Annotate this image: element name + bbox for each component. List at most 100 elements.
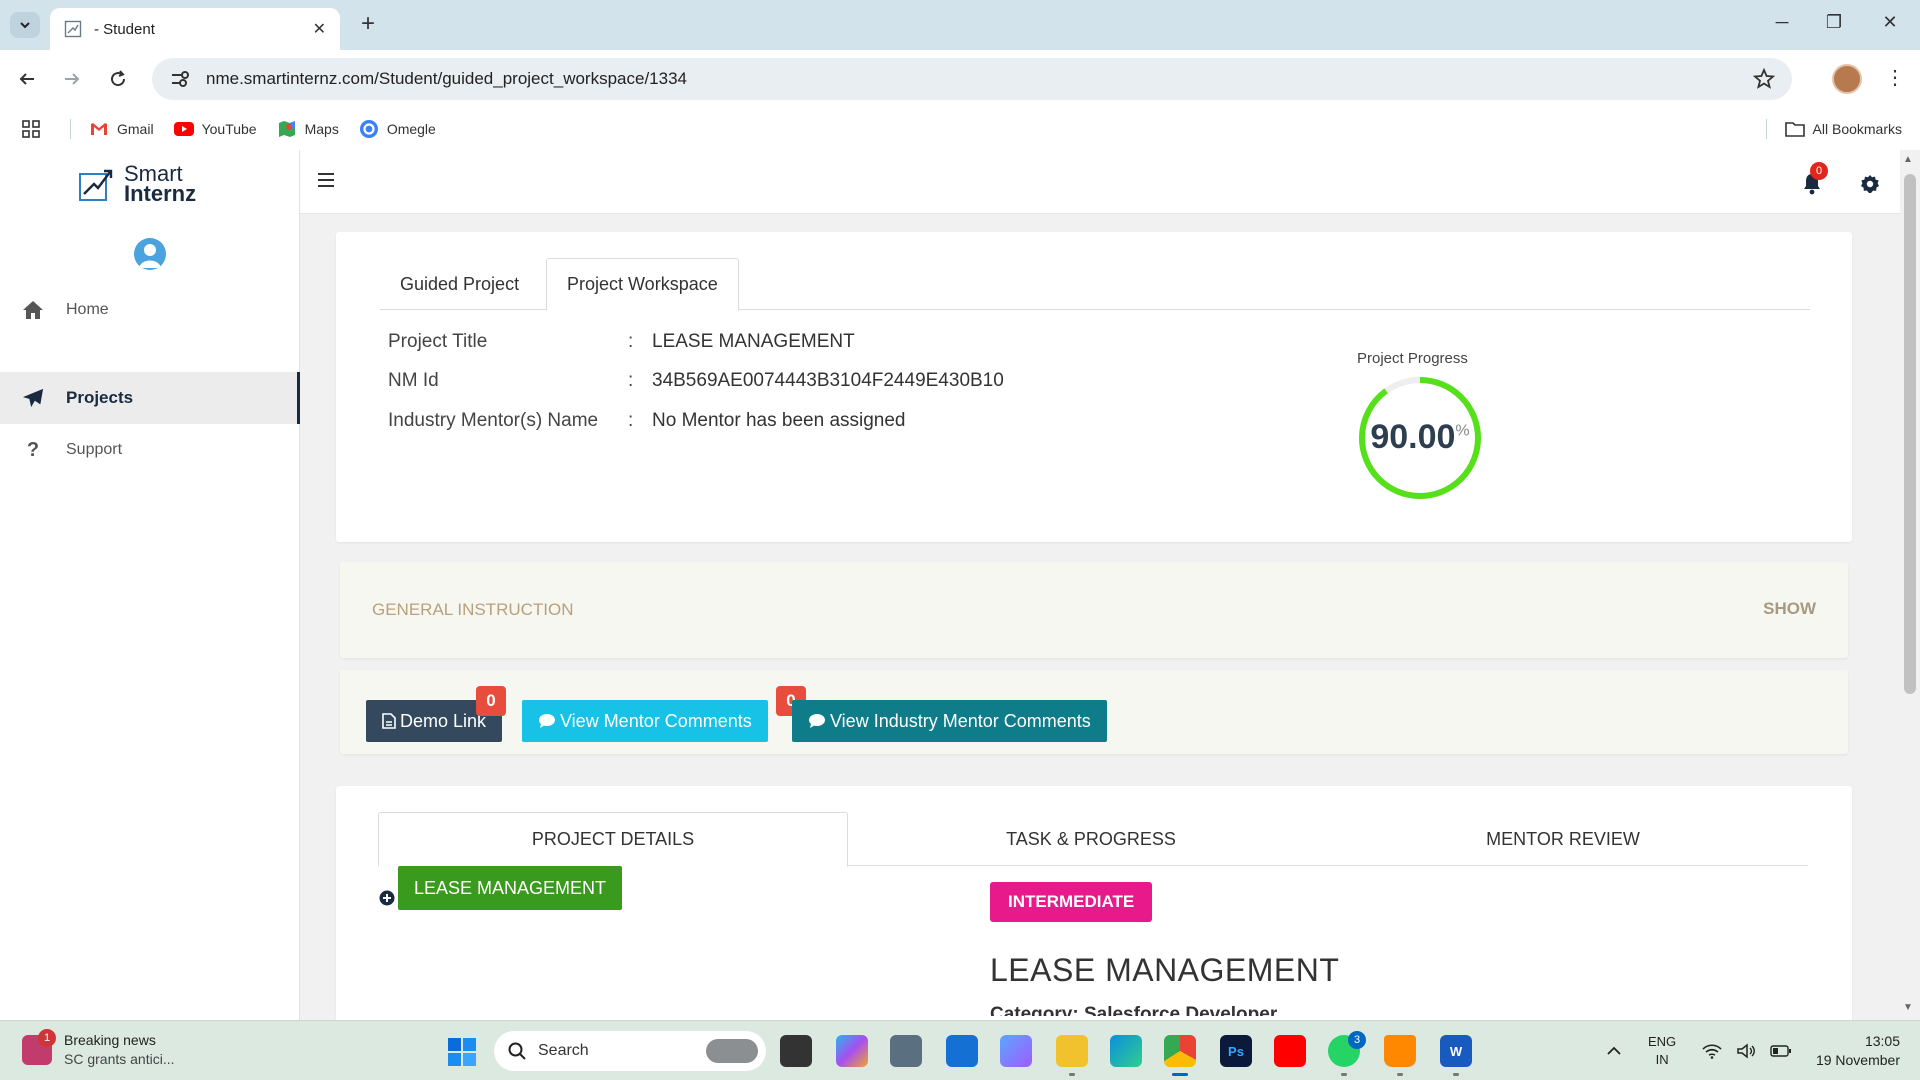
news-widget[interactable]: 1 Breaking news SC grants antici... (22, 1029, 175, 1069)
bookmark-gmail[interactable]: Gmail (89, 120, 154, 138)
field-colon: : (628, 410, 634, 431)
browser-menu-icon[interactable]: ⋮ (1885, 65, 1905, 90)
forward-button[interactable] (57, 64, 87, 94)
general-instruction-panel: GENERAL INSTRUCTION SHOW (340, 562, 1848, 658)
show-hidden-icons[interactable] (1606, 1021, 1622, 1080)
bookmark-label: Gmail (117, 121, 154, 137)
details-tabs: PROJECT DETAILS TASK & PROGRESS MENTOR R… (378, 812, 1808, 867)
all-bookmarks-button[interactable]: All Bookmarks (1765, 119, 1902, 139)
photos-icon[interactable] (1000, 1035, 1032, 1067)
project-details-card: PROJECT DETAILS TASK & PROGRESS MENTOR R… (336, 786, 1852, 1026)
logo-text-line2: Internz (124, 181, 197, 206)
url-text: nme.smartinternz.com/Student/guided_proj… (206, 69, 687, 88)
running-indicator (1341, 1073, 1347, 1076)
question-icon: ? (26, 438, 40, 461)
profile-avatar[interactable] (1832, 64, 1862, 94)
back-button[interactable] (12, 64, 42, 94)
sidebar-item-support[interactable]: ? Support (0, 424, 300, 476)
field-colon: : (628, 331, 634, 352)
bookmark-label: Maps (304, 121, 339, 137)
level-badge: INTERMEDIATE (990, 882, 1153, 922)
settings-app-icon[interactable] (890, 1035, 922, 1067)
progress-unit: % (1455, 422, 1470, 440)
app-topbar: 0 (300, 150, 1900, 214)
scroll-down-icon[interactable]: ▼ (1903, 1002, 1913, 1013)
folder-icon (1784, 122, 1805, 137)
view-industry-mentor-comments-label: View Industry Mentor Comments (830, 710, 1091, 731)
file-explorer-icon[interactable] (1056, 1035, 1088, 1067)
language-indicator[interactable]: ENG IN (1648, 1021, 1676, 1080)
close-window-button[interactable]: ✕ (1870, 12, 1910, 33)
mentor-name-value: No Mentor has been assigned (652, 410, 906, 431)
project-detail-title: LEASE MANAGEMENT (990, 952, 1340, 988)
windows-start-icon[interactable] (447, 1037, 477, 1067)
arrow-right-icon (65, 73, 80, 85)
restore-button[interactable]: ❐ (1814, 12, 1854, 33)
site-info-icon[interactable] (168, 67, 192, 91)
taskbar-search[interactable]: Search (494, 1031, 766, 1071)
tab-task-progress[interactable]: TASK & PROGRESS (856, 812, 1326, 866)
project-progress-value: 90.00% (1356, 418, 1484, 457)
browser-tab[interactable]: - Student ✕ (50, 8, 340, 50)
chevron-down-icon (20, 22, 30, 29)
tab-mentor-review[interactable]: MENTOR REVIEW (1328, 812, 1798, 866)
sidebar-item-projects[interactable]: Projects (0, 372, 300, 424)
user-avatar[interactable] (134, 238, 166, 270)
task-view-icon[interactable] (780, 1035, 812, 1067)
tab-project-details[interactable]: PROJECT DETAILS (378, 812, 848, 867)
scrollbar-thumb[interactable] (1904, 174, 1916, 694)
project-title-value: LEASE MANAGEMENT (652, 331, 855, 352)
new-tab-button[interactable]: + (355, 12, 381, 38)
plus-circle-icon[interactable] (379, 890, 395, 906)
tab-project-workspace[interactable]: Project Workspace (546, 258, 739, 311)
bookmark-maps[interactable]: Maps (277, 120, 339, 138)
wifi-icon (1702, 1044, 1722, 1059)
word-icon[interactable]: W (1440, 1035, 1472, 1067)
bookmark-omegle[interactable]: Omegle (359, 120, 436, 138)
scroll-up-icon[interactable]: ▲ (1903, 154, 1913, 165)
chevron-up-icon (1607, 1046, 1621, 1055)
edge-icon[interactable] (1110, 1035, 1142, 1067)
search-highlight-icon (706, 1039, 758, 1063)
gear-icon[interactable] (1860, 174, 1880, 194)
minimize-button[interactable]: ─ (1762, 12, 1802, 33)
bookmark-label: Omegle (386, 121, 436, 137)
show-instruction-toggle[interactable]: SHOW (1763, 599, 1816, 619)
reload-button[interactable] (103, 64, 133, 94)
photoshop-icon[interactable]: Ps (1220, 1035, 1252, 1067)
hamburger-menu-icon[interactable] (318, 172, 336, 188)
youtube-app-icon[interactable] (1274, 1035, 1306, 1067)
bookmark-star-icon[interactable] (1752, 67, 1776, 91)
bookmark-youtube[interactable]: YouTube (173, 120, 257, 138)
running-indicator (1397, 1073, 1403, 1076)
store-icon[interactable] (946, 1035, 978, 1067)
region-code: IN (1655, 1052, 1669, 1067)
tab-search-button[interactable] (10, 12, 40, 38)
project-info-card: Guided Project Project Workspace Project… (336, 232, 1852, 542)
project-progress-label: Project Progress (1357, 350, 1468, 367)
clock[interactable]: 13:05 19 November (1800, 1021, 1900, 1080)
chrome-icon[interactable] (1164, 1035, 1196, 1076)
view-industry-mentor-comments-button[interactable]: View Industry Mentor Comments (792, 700, 1107, 742)
sidebar-item-label: Projects (66, 388, 134, 407)
home-icon (22, 299, 44, 321)
field-colon: : (628, 370, 634, 391)
close-tab-icon[interactable]: ✕ (313, 19, 326, 39)
actions-panel: Demo Link 0 View Mentor Comments 0 View … (340, 670, 1848, 754)
nm-id-row: NM Id : 34B569AE0074443B3104F2449E430B10 (388, 370, 1004, 392)
address-bar[interactable]: nme.smartinternz.com/Student/guided_proj… (152, 58, 1792, 100)
copilot-icon[interactable] (836, 1035, 868, 1067)
system-tray-status[interactable] (1702, 1021, 1792, 1080)
sidebar-item-home[interactable]: Home (0, 284, 300, 336)
vlc-icon[interactable] (1384, 1035, 1416, 1067)
mentor-comment-count-badge: 0 (476, 686, 506, 716)
project-category: Category: Salesforce Developer (990, 1004, 1278, 1016)
battery-icon (1770, 1045, 1791, 1057)
lease-management-button[interactable]: LEASE MANAGEMENT (398, 866, 623, 910)
tab-guided-project[interactable]: Guided Project (380, 258, 539, 310)
view-mentor-comments-button[interactable]: View Mentor Comments (522, 700, 768, 742)
smartinternz-logo[interactable]: Smart Internz (78, 163, 197, 206)
user-icon (139, 244, 161, 268)
general-instruction-title: GENERAL INSTRUCTION (372, 600, 574, 619)
apps-grid-button[interactable] (22, 120, 40, 138)
